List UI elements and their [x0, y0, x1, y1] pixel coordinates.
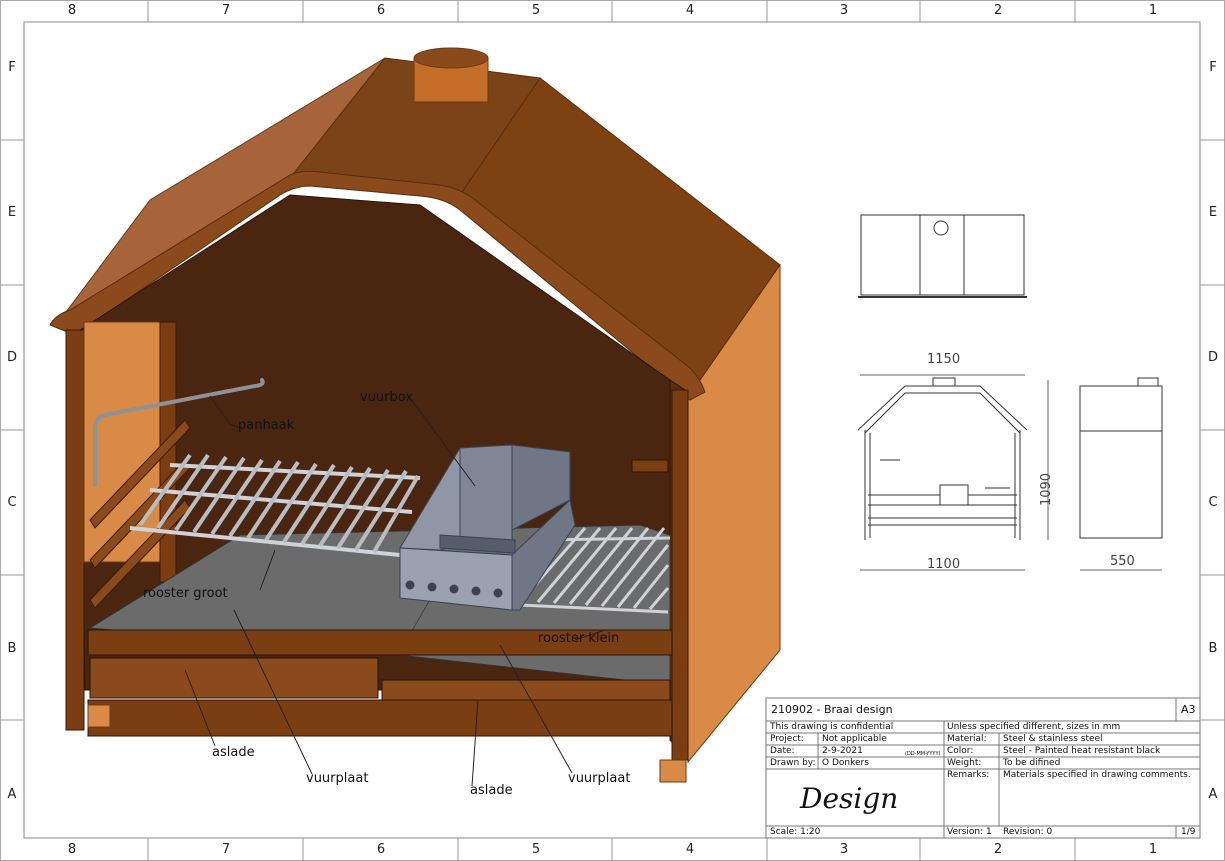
callout-panhaak: panhaak — [238, 418, 295, 433]
braai-3d-view — [49, 47, 781, 787]
drawn-by-value: O Donkers — [822, 758, 869, 768]
weight-value: To be difined — [1003, 758, 1061, 768]
drawn-by-label: Drawn by: — [770, 758, 816, 768]
view-side — [1079, 377, 1163, 571]
zone-col-top-2: 2 — [993, 3, 1003, 18]
design-logo: Design — [800, 782, 899, 815]
zone-row-right-A: A — [1208, 787, 1218, 802]
zone-row-right-B: B — [1208, 641, 1218, 656]
zone-row-right-C: C — [1208, 495, 1218, 510]
page-number: 1/9 — [1181, 827, 1196, 837]
right-front-post — [671, 389, 689, 761]
remarks-value: Materials specified in drawing comments. — [1003, 770, 1191, 780]
project-value: Not applicable — [822, 734, 887, 744]
zone-col-bottom-5: 5 — [531, 842, 541, 857]
zone-col-bottom-8: 8 — [67, 842, 77, 857]
zone-col-top-7: 7 — [221, 3, 231, 18]
color-label: Color: — [947, 746, 974, 756]
leg-left — [87, 704, 111, 728]
scale: Scale: 1:20 — [770, 827, 821, 837]
zone-row-left-C: C — [7, 495, 17, 510]
zone-col-top-1: 1 — [1148, 3, 1158, 18]
callout-vuurplaat-right: vuurplaat — [568, 771, 631, 786]
material-label: Material: — [947, 734, 987, 744]
version: Version: 1 — [947, 827, 992, 837]
zone-col-top-3: 3 — [839, 3, 849, 18]
remarks-label: Remarks: — [947, 770, 990, 780]
zone-row-right-D: D — [1207, 350, 1218, 365]
chimney-top — [413, 47, 489, 69]
view-front — [857, 374, 1049, 571]
zone-col-top-5: 5 — [531, 3, 541, 18]
zone-row-right-E: E — [1208, 205, 1218, 220]
callout-vuurbox: vuurbox — [360, 390, 414, 405]
material-value: Steel & stainless steel — [1003, 734, 1103, 744]
zone-col-bottom-1: 1 — [1148, 842, 1158, 857]
zone-col-bottom-6: 6 — [376, 842, 386, 857]
back-wall-bracket — [631, 459, 669, 473]
weight-label: Weight: — [947, 758, 982, 768]
leg-right — [659, 759, 687, 783]
zone-row-left-E: E — [7, 205, 17, 220]
confidential-note: This drawing is confidential — [770, 722, 894, 732]
bottom-beam — [87, 699, 673, 737]
zone-col-top-6: 6 — [376, 3, 386, 18]
callout-aslade-right: aslade — [470, 783, 513, 798]
zone-row-left-D: D — [6, 350, 17, 365]
project-label: Project: — [770, 734, 804, 744]
dimension-width-top: 1150 — [927, 352, 961, 367]
zone-col-bottom-4: 4 — [685, 842, 695, 857]
zone-col-top-4: 4 — [685, 3, 695, 18]
dimension-height: 1090 — [1039, 472, 1055, 507]
view-top — [858, 214, 1027, 298]
zone-row-right-F: F — [1209, 60, 1217, 75]
callout-vuurplaat-left: vuurplaat — [306, 771, 369, 786]
callout-aslade-left: aslade — [212, 745, 255, 760]
zone-row-left-A: A — [7, 787, 17, 802]
color-value: Steel - Painted heat resistant black — [1003, 746, 1161, 756]
sizes-note: Unless specified different, sizes in mm — [947, 722, 1121, 732]
dimension-depth: 550 — [1110, 554, 1135, 569]
date-format: (DD-MM-YYYY) — [905, 751, 941, 757]
zone-row-left-F: F — [8, 60, 16, 75]
date-label: Date: — [770, 746, 795, 756]
callout-rooster-klein: rooster klein — [538, 631, 620, 646]
zone-col-bottom-2: 2 — [993, 842, 1003, 857]
callout-rooster-groot: rooster groot — [143, 586, 228, 601]
ash-drawer-left — [89, 657, 379, 699]
drawing-title: 210902 - Braai design — [771, 703, 893, 716]
zone-col-bottom-7: 7 — [221, 842, 231, 857]
zone-col-top-8: 8 — [67, 3, 77, 18]
sheet-size: A3 — [1181, 703, 1196, 716]
date-value: 2-9-2021 — [822, 746, 863, 756]
revision: Revision: 0 — [1003, 827, 1053, 837]
zone-col-bottom-3: 3 — [839, 842, 849, 857]
left-front-post — [65, 329, 85, 731]
dimension-width-bottom: 1100 — [927, 557, 961, 572]
zone-row-left-B: B — [7, 641, 17, 656]
